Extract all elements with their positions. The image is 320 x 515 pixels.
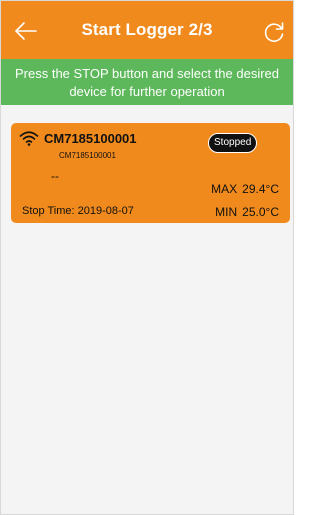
device-name: CM7185100001 <box>44 131 137 146</box>
device-card[interactable]: CM7185100001 CM7185100001 Stopped -- MAX… <box>11 123 290 223</box>
min-label: MIN <box>215 205 238 219</box>
min-temperature: MIN 25.0°C <box>215 205 279 219</box>
start-logger-screen: Start Logger 2/3 Press the STOP button a… <box>0 0 294 515</box>
app-header: Start Logger 2/3 <box>1 1 293 59</box>
max-value: 29.4°C <box>242 182 279 196</box>
wifi-icon <box>19 131 39 146</box>
stop-time-label: Stop Time: <box>22 205 75 217</box>
max-temperature: MAX 29.4°C <box>211 182 279 196</box>
current-reading: -- <box>51 169 59 183</box>
device-id: CM7185100001 <box>59 151 116 160</box>
page-title: Start Logger 2/3 <box>81 20 213 39</box>
stop-time-value: 2019-08-07 <box>77 205 134 217</box>
stop-time: Stop Time: 2019-08-07 <box>22 205 134 217</box>
max-label: MAX <box>211 182 238 196</box>
refresh-icon[interactable] <box>261 19 287 45</box>
status-badge: Stopped <box>208 133 258 153</box>
min-value: 25.0°C <box>242 205 279 219</box>
instruction-banner: Press the STOP button and select the des… <box>1 59 293 105</box>
